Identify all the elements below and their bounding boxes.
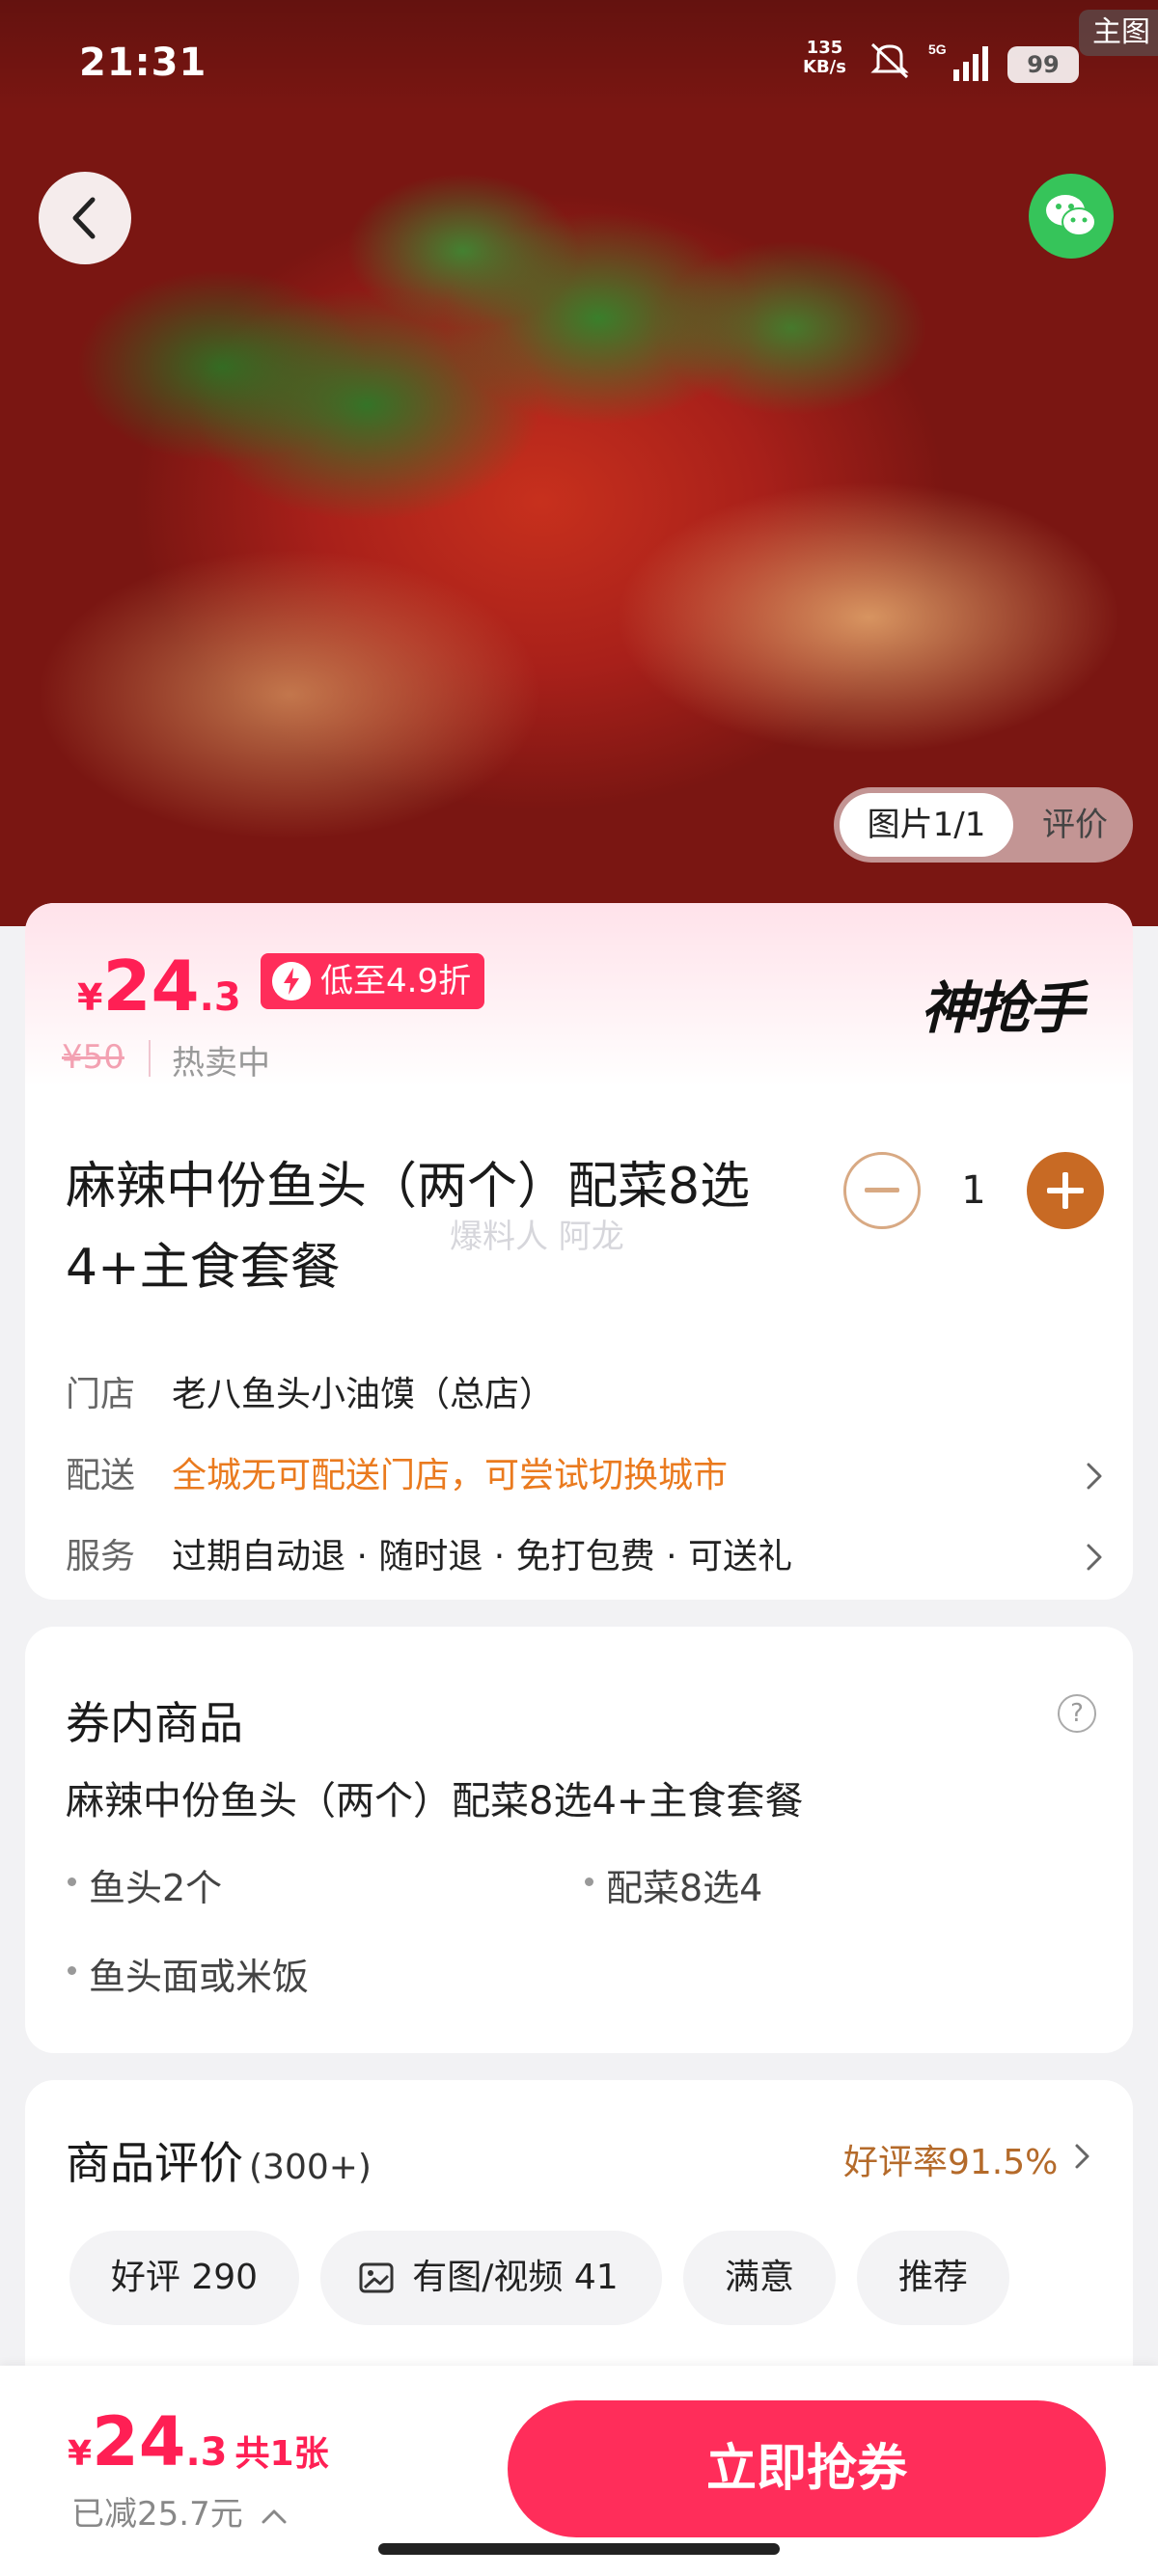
- list-item: 鱼头面或米饭: [67, 1947, 309, 2000]
- decrease-quantity-button[interactable]: [843, 1152, 921, 1229]
- bottom-price-currency: ¥: [68, 2434, 93, 2474]
- filter-chip-recommend[interactable]: 推荐: [857, 2231, 1009, 2325]
- list-item: 鱼头2个: [67, 1858, 222, 1911]
- delivery-value: 全城无可配送门店，可尝试切换城市: [172, 1456, 729, 1495]
- delivery-row[interactable]: 配送 全城无可配送门店，可尝试切换城市: [66, 1447, 1108, 1505]
- image-tab-switcher: 图片1/1 评价: [834, 787, 1133, 863]
- back-button[interactable]: [39, 172, 131, 264]
- chevron-left-icon: [72, 197, 96, 239]
- filter-chip-satisfied[interactable]: 满意: [683, 2231, 836, 2325]
- main-image-tag: 主图: [1079, 10, 1158, 56]
- watermark: 爆料人 阿龙: [450, 1218, 624, 1256]
- reviews-title-text: 商品评价: [66, 2137, 243, 2189]
- product-info-card: ¥24.3 低至4.9折 ¥50 热卖中 神抢手 麻辣中份鱼头（两个）配菜8选4…: [25, 903, 1133, 1600]
- saved-amount-text: 已减25.7元: [71, 2495, 243, 2534]
- grab-voucher-button[interactable]: 立即抢券: [508, 2400, 1106, 2537]
- service-row[interactable]: 服务 过期自动退 · 随时退 · 免打包费 · 可送礼: [66, 1528, 1108, 1586]
- image-icon: [359, 2262, 394, 2293]
- battery-indicator: 99: [1007, 46, 1079, 83]
- minus-icon: [865, 1188, 899, 1192]
- section-title: 券内商品: [66, 1697, 243, 1749]
- network-speed: 135 KB/s: [803, 39, 846, 77]
- signal-icon: 5G: [928, 41, 988, 81]
- discount-badge: 低至4.9折: [261, 953, 485, 1009]
- chevron-right-icon: [1075, 2144, 1089, 2169]
- store-row: 门店 老八鱼头小油馍（总店）: [66, 1366, 1108, 1424]
- saved-amount[interactable]: 已减25.7元: [71, 2487, 289, 2535]
- bottom-price: ¥24.3 共1张: [68, 2402, 329, 2481]
- wechat-share-button[interactable]: [1029, 174, 1114, 259]
- discount-text: 低至4.9折: [320, 962, 472, 1000]
- tab-reviews[interactable]: 评价: [1027, 793, 1123, 857]
- brand-logo: 神抢手: [921, 975, 1085, 1041]
- price-currency: ¥: [77, 976, 103, 1019]
- good-rate-link[interactable]: 好评率91.5%: [843, 2134, 1058, 2184]
- network-speed-value: 135: [806, 38, 843, 58]
- lightning-icon: [272, 962, 311, 1000]
- store-name: 老八鱼头小油馍（总店）: [172, 1375, 555, 1414]
- filter-chip-label: 有图/视频 41: [412, 2258, 619, 2297]
- price-integer: 24: [102, 945, 200, 1027]
- help-icon[interactable]: ?: [1058, 1694, 1096, 1733]
- bottom-price-decimal: .3: [185, 2430, 228, 2475]
- chevron-up-icon: [262, 2509, 287, 2523]
- service-value: 过期自动退 · 随时退 · 免打包费 · 可送礼: [172, 1537, 792, 1576]
- package-name: 麻辣中份鱼头（两个）配菜8选4+主食套餐: [66, 1779, 804, 1823]
- chevron-right-icon: [1087, 1544, 1102, 1571]
- price-decimal: .3: [199, 975, 241, 1020]
- chevron-right-icon: [1087, 1463, 1102, 1490]
- quantity-value: 1: [961, 1168, 986, 1213]
- review-count: (300+): [249, 2148, 372, 2187]
- filter-chip-with-media[interactable]: 有图/视频 41: [320, 2231, 662, 2325]
- status-bar: 21:31 135 KB/s 5G 99 主图: [0, 0, 1158, 125]
- service-label: 服务: [66, 1537, 136, 1576]
- tab-photos[interactable]: 图片1/1: [840, 793, 1013, 857]
- bottom-price-integer: 24: [92, 2402, 186, 2481]
- list-item: 配菜8选4: [584, 1858, 762, 1911]
- network-speed-unit: KB/s: [803, 57, 846, 77]
- price-banner: ¥24.3 低至4.9折 ¥50 热卖中 神抢手: [25, 903, 1133, 1086]
- increase-quantity-button[interactable]: [1027, 1152, 1104, 1229]
- reviews-title: 商品评价 (300+): [66, 2128, 372, 2192]
- voucher-count: 共1张: [234, 2434, 329, 2474]
- plus-icon: [1047, 1172, 1084, 1209]
- mute-icon: [870, 42, 909, 79]
- wechat-icon: [1046, 195, 1096, 236]
- delivery-label: 配送: [66, 1456, 136, 1495]
- divider: [149, 1040, 151, 1077]
- quantity-stepper: 1: [843, 1152, 1104, 1229]
- voucher-contents-card: 券内商品 ? 麻辣中份鱼头（两个）配菜8选4+主食套餐 鱼头2个 配菜8选4 鱼…: [25, 1627, 1133, 2053]
- status-time: 21:31: [79, 41, 207, 85]
- filter-chip-positive[interactable]: 好评 290: [69, 2231, 299, 2325]
- network-type: 5G: [928, 41, 947, 57]
- store-label: 门店: [66, 1375, 136, 1414]
- current-price: ¥24.3: [77, 945, 241, 1027]
- sale-status: 热卖中: [172, 1044, 270, 1082]
- original-price: ¥50: [62, 1038, 124, 1077]
- home-indicator[interactable]: [378, 2543, 780, 2555]
